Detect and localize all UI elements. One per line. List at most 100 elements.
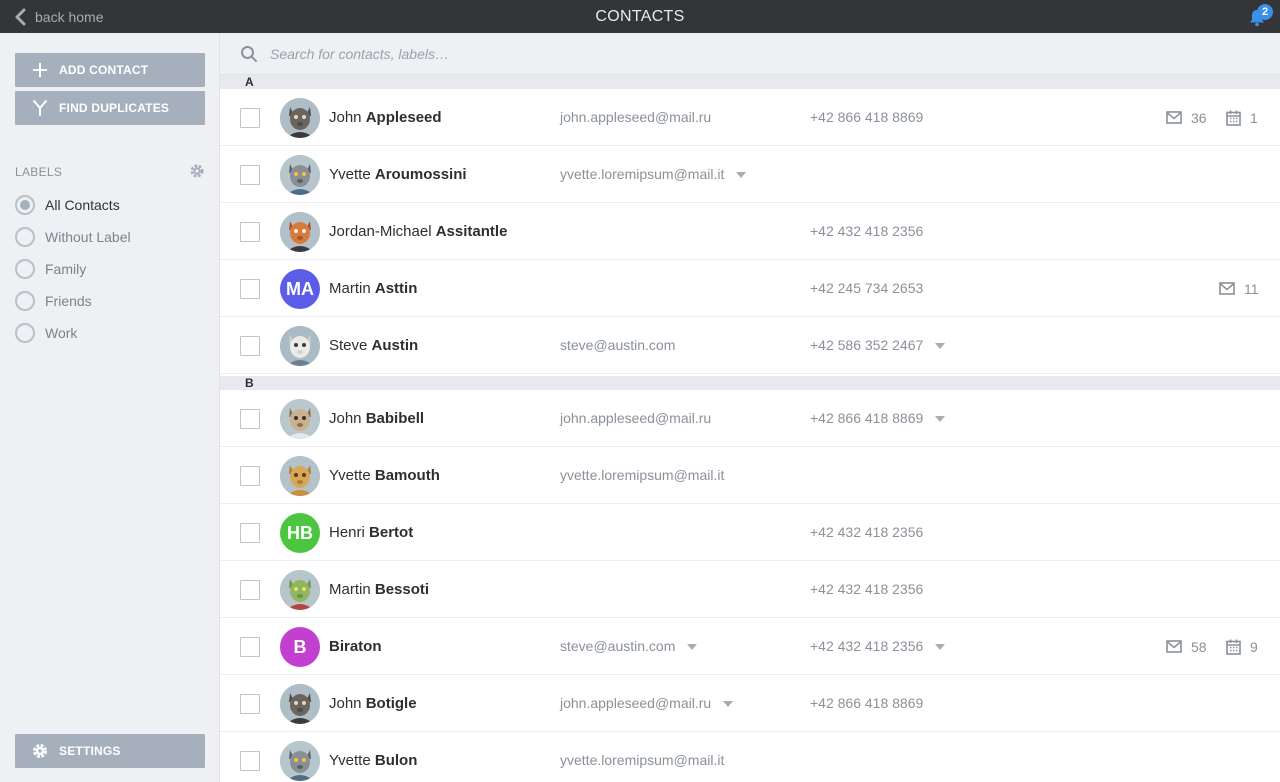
contact-phone[interactable]: +42 432 418 2356 [810,561,923,618]
contact-name[interactable]: Yvette Aroumossini [329,146,467,203]
contact-name[interactable]: Yvette Bamouth [329,447,440,504]
contact-row[interactable]: John Botigle john.appleseed@mail.ru +42 86… [220,675,1280,732]
row-checkbox[interactable] [240,523,260,543]
last-name: Austin [371,337,419,354]
contact-row[interactable]: Yvette Bulon yvette.loremipsum@mail.it [220,732,1280,782]
lion-avatar [280,456,320,496]
contact-phone[interactable]: +42 866 418 8869 [810,390,946,447]
contact-phone[interactable]: +42 432 418 2356 [810,504,923,561]
phone-dropdown-caret[interactable] [935,644,946,651]
contact-row[interactable]: Jordan-Michael Assitantle +42 432 418 235… [220,203,1280,260]
row-checkbox[interactable] [240,165,260,185]
row-checkbox[interactable] [240,751,260,771]
contact-row[interactable]: MA Martin Asttin +42 245 734 2653 11 [220,260,1280,317]
email-text: john.appleseed@mail.ru [560,410,712,426]
label-all-contacts[interactable]: All Contacts [15,193,120,217]
last-name: Biraton [329,638,382,655]
event-count[interactable]: 1 [1226,89,1258,146]
radio-button[interactable] [15,291,35,311]
email-dropdown-caret[interactable] [736,172,747,179]
contact-email[interactable]: steve@austin.com [560,317,675,374]
phone-dropdown-caret[interactable] [935,416,946,423]
contact-name[interactable]: John Babibell [329,390,424,447]
email-text: john.appleseed@mail.ru [560,109,712,125]
row-checkbox[interactable] [240,108,260,128]
contact-row[interactable]: B Biraton steve@austin.com +42 432 418 2356… [220,618,1280,675]
contact-email[interactable]: john.appleseed@mail.ru [560,89,711,146]
contact-phone[interactable]: +42 866 418 8869 [810,89,923,146]
notifications-button[interactable]: 2 [1248,4,1273,27]
radio-button[interactable] [15,195,35,215]
label-text: Work [45,325,78,341]
contact-email[interactable]: steve@austin.com [560,618,698,675]
row-checkbox[interactable] [240,279,260,299]
label-text: All Contacts [45,197,120,213]
row-checkbox[interactable] [240,222,260,242]
email-dropdown-caret[interactable] [687,644,698,651]
phone-text: +42 432 418 2356 [810,524,924,540]
contact-row[interactable]: Yvette Bamouth yvette.loremipsum@mail.it [220,447,1280,504]
settings-button[interactable]: SETTINGS [15,734,205,768]
label-without-label[interactable]: Without Label [15,225,131,249]
contact-phone[interactable]: +42 245 734 2653 [810,260,923,317]
mail-count[interactable]: 11 [1219,260,1259,317]
add-contact-button[interactable]: ADD CONTACT [15,53,205,87]
phone-dropdown-caret[interactable] [935,343,946,350]
contact-email[interactable]: yvette.loremipsum@mail.it [560,146,747,203]
contact-row[interactable]: Martin Bessoti +42 432 418 2356 [220,561,1280,618]
contact-name[interactable]: John Botigle [329,675,417,732]
mail-count[interactable]: 36 [1166,89,1207,146]
first-name: Martin [329,581,371,598]
contact-name[interactable]: Biraton [329,618,382,675]
row-checkbox[interactable] [240,637,260,657]
contact-row[interactable]: Yvette Aroumossini yvette.loremipsum@mail… [220,146,1280,203]
merge-icon [31,99,49,117]
first-name: Steve [329,337,368,354]
contact-email[interactable]: yvette.loremipsum@mail.it [560,447,724,504]
row-checkbox[interactable] [240,336,260,356]
label-friends[interactable]: Friends [15,289,92,313]
contact-phone[interactable]: +42 866 418 8869 [810,675,923,732]
contact-name[interactable]: Henri Bertot [329,504,413,561]
contact-name[interactable]: Martin Asttin [329,260,417,317]
mail-count[interactable]: 58 [1166,618,1207,675]
contact-email[interactable]: john.appleseed@mail.ru [560,390,711,447]
contact-email[interactable]: yvette.loremipsum@mail.it [560,732,724,782]
contact-name[interactable]: Yvette Bulon [329,732,417,782]
row-checkbox[interactable] [240,409,260,429]
contact-phone[interactable]: +42 432 418 2356 [810,618,946,675]
radio-button[interactable] [15,227,35,247]
calendar-icon [1226,639,1241,655]
top-bar: back home CONTACTS 2 [0,0,1280,33]
contact-name[interactable]: Jordan-Michael Assitantle [329,203,507,260]
event-count[interactable]: 9 [1226,618,1258,675]
find-duplicates-button[interactable]: FIND DUPLICATES [15,91,205,125]
contact-row[interactable]: HB Henri Bertot +42 432 418 2356 [220,504,1280,561]
radio-button[interactable] [15,323,35,343]
contact-row[interactable]: John Appleseed john.appleseed@mail.ru +42 … [220,89,1280,146]
label-family[interactable]: Family [15,257,86,281]
avatar: HB [280,513,320,553]
search-input[interactable] [270,42,1230,66]
fox-avatar [280,212,320,252]
email-text: yvette.loremipsum@mail.it [560,166,725,182]
contact-email[interactable]: john.appleseed@mail.ru [560,675,734,732]
contact-phone[interactable]: +42 432 418 2356 [810,203,923,260]
gear-icon[interactable] [189,163,205,179]
contact-row[interactable]: John Babibell john.appleseed@mail.ru +42 8… [220,390,1280,447]
contact-row[interactable]: Steve Austin steve@austin.com +42 586 352 … [220,317,1280,374]
phone-text: +42 432 418 2356 [810,638,924,654]
email-dropdown-caret[interactable] [723,701,734,708]
contact-name[interactable]: Steve Austin [329,317,418,374]
label-work[interactable]: Work [15,321,77,345]
radio-button[interactable] [15,259,35,279]
row-checkbox[interactable] [240,466,260,486]
row-checkbox[interactable] [240,580,260,600]
row-checkbox[interactable] [240,694,260,714]
contact-phone[interactable]: +42 586 352 2467 [810,317,946,374]
phone-text: +42 245 734 2653 [810,280,924,296]
first-name: John [329,410,362,427]
contact-name[interactable]: Martin Bessoti [329,561,429,618]
search-bar [220,33,1280,75]
contact-name[interactable]: John Appleseed [329,89,442,146]
